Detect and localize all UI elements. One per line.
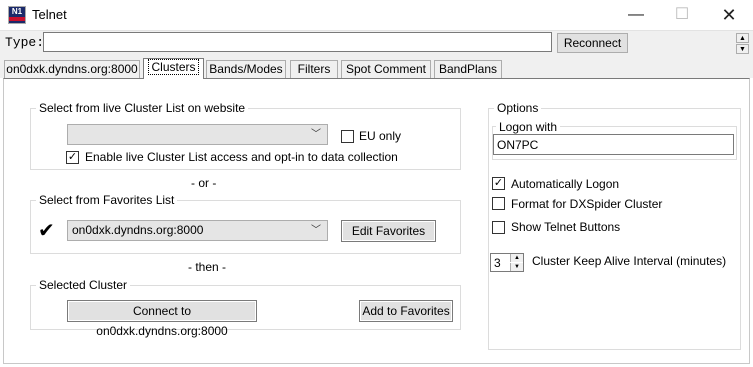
minimize-button[interactable]: — <box>613 0 659 30</box>
close-button[interactable]: ✕ <box>706 0 752 30</box>
tab-label: Filters <box>297 62 331 76</box>
eu-only-checkbox[interactable] <box>341 130 354 143</box>
add-to-favorites-button[interactable]: Add to Favorites <box>359 300 453 322</box>
telnet-buttons-label: Show Telnet Buttons <box>511 220 621 234</box>
tab-label: Spot Comment <box>345 62 427 76</box>
dxspider-checkbox[interactable] <box>492 197 505 210</box>
keepalive-label: Cluster Keep Alive Interval (minutes) <box>532 254 727 268</box>
dxspider-label: Format for DXSpider Cluster <box>511 197 663 211</box>
telnet-buttons-checkbox[interactable] <box>492 221 505 234</box>
type-label: Type: <box>5 35 45 50</box>
checkmark-icon: ✔ <box>38 220 55 242</box>
tab-label: on0dxk.dyndns.org:8000 <box>6 62 138 76</box>
then-separator: - then - <box>188 260 227 274</box>
stepper-up-icon[interactable]: ▲ <box>510 254 523 262</box>
tab-label: Bands/Modes <box>209 62 283 76</box>
reconnect-button[interactable]: Reconnect <box>557 33 628 53</box>
logon-title: Logon with <box>496 120 561 134</box>
selected-cluster-title: Selected Cluster <box>36 278 131 292</box>
logon-field[interactable] <box>493 134 734 155</box>
window-title: Telnet <box>32 7 67 22</box>
chevron-down-icon: ﹀ <box>311 129 321 140</box>
live-list-title: Select from live Cluster List on website <box>36 101 249 115</box>
auto-logon-label: Automatically Logon <box>511 177 620 191</box>
app-logo-icon: N1 <box>8 6 26 24</box>
edit-favorites-button[interactable]: Edit Favorites <box>341 220 436 242</box>
stepper-down-icon[interactable]: ▼ <box>510 263 523 271</box>
combo-value: on0dxk.dyndns.org:8000 <box>72 223 204 237</box>
or-separator: - or - <box>191 176 217 190</box>
maximize-button[interactable]: ☐ <box>659 0 705 30</box>
tab-bandplans[interactable]: BandPlans <box>434 60 502 78</box>
options-title: Options <box>494 101 542 115</box>
tab-connection[interactable]: on0dxk.dyndns.org:8000 <box>4 60 140 78</box>
tab-filters[interactable]: Filters <box>290 60 338 78</box>
connect-button[interactable]: Connect to on0dxk.dyndns.org:8000 <box>67 300 257 338</box>
scroll-down-icon[interactable]: ▼ <box>736 44 749 54</box>
tab-spot-comment[interactable]: Spot Comment <box>341 60 431 78</box>
enable-live-list-label: Enable live Cluster List access and opt-… <box>85 150 398 164</box>
scroll-up-icon[interactable]: ▲ <box>736 33 749 43</box>
favorites-combo[interactable]: on0dxk.dyndns.org:8000 ﹀ <box>67 220 328 241</box>
chevron-down-icon: ﹀ <box>311 225 321 236</box>
favorites-title: Select from Favorites List <box>36 193 178 207</box>
tab-bands-modes[interactable]: Bands/Modes <box>206 60 286 78</box>
keepalive-stepper[interactable]: 3 ▲ ▼ <box>490 253 524 272</box>
auto-logon-checkbox[interactable]: ✓ <box>492 177 505 190</box>
keepalive-value: 3 <box>494 256 501 270</box>
tab-label: Clusters <box>148 59 199 75</box>
tab-clusters[interactable]: Clusters <box>143 58 204 79</box>
live-cluster-combo[interactable]: ﹀ <box>67 124 328 145</box>
tab-label: BandPlans <box>438 62 498 76</box>
enable-live-list-checkbox[interactable]: ✓ <box>66 151 79 164</box>
eu-only-label: EU only <box>359 129 402 143</box>
type-input[interactable] <box>43 32 552 52</box>
